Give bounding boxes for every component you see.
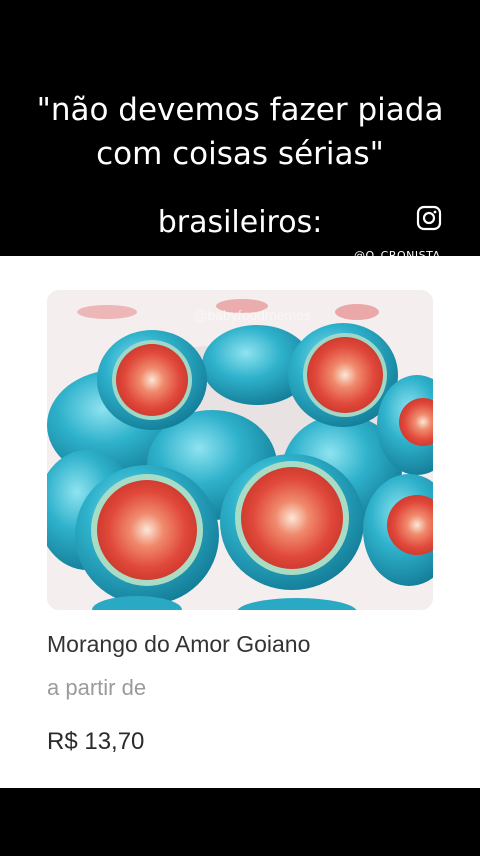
bottom-bar [0, 788, 480, 856]
product-name[interactable]: Morango do Amor Goiano [47, 631, 310, 658]
product-price: R$ 13,70 [47, 728, 145, 755]
photo-watermark: @babyfoodmemes [193, 307, 311, 323]
instagram-icon[interactable] [416, 205, 442, 231]
product-photo[interactable]: @babyfoodmemes [47, 290, 433, 610]
product-card[interactable]: @babyfoodmemes Morango do Amor Goiano a … [0, 256, 480, 788]
meme-quote: "não devemos fazer piada com coisas séri… [0, 88, 480, 176]
strawberry-candy-image: @babyfoodmemes [47, 290, 433, 610]
meme-answer: brasileiros: [157, 205, 323, 240]
price-prefix: a partir de [47, 675, 147, 700]
quote-line-1: "não devemos fazer piada [36, 92, 444, 128]
quote-line-2: com coisas sérias" [96, 136, 384, 172]
meme-caption-area: "não devemos fazer piada com coisas séri… [0, 0, 480, 262]
